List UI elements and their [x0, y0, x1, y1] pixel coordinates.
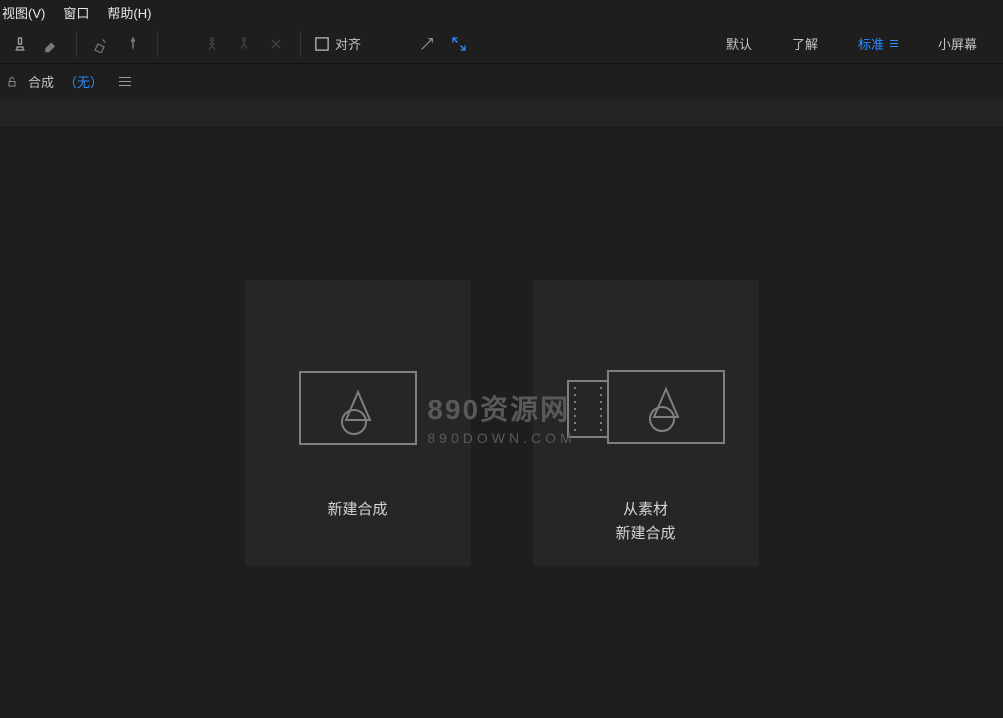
composition-viewer: 新建合成 890资源网 890DOWN.COM 从素材 新建合成 — [0, 128, 1003, 718]
puppet-overlap-icon[interactable] — [230, 30, 258, 58]
menu-window[interactable]: 窗口 — [63, 3, 89, 22]
lock-icon[interactable] — [6, 76, 18, 88]
divider — [157, 31, 158, 57]
new-composition-label: 新建合成 — [327, 498, 387, 522]
from-footage-line1: 从素材 — [615, 498, 675, 522]
new-composition-icon — [298, 358, 418, 458]
panel-menu-icon[interactable] — [119, 77, 131, 86]
divider — [300, 31, 301, 57]
puppet-pin-icon[interactable] — [198, 30, 226, 58]
snap-toggle[interactable]: 对齐 — [311, 34, 365, 53]
menu-view[interactable]: 视图(V) — [2, 3, 45, 22]
divider — [76, 31, 77, 57]
workspace-learn[interactable]: 了解 — [772, 24, 838, 64]
new-composition-from-footage-card[interactable]: 从素材 新建合成 — [533, 280, 759, 566]
menu-help[interactable]: 帮助(H) — [107, 3, 151, 22]
menu-bar: 视图(V) 窗口 帮助(H) — [0, 0, 1003, 24]
collapse-tool-icon[interactable] — [413, 30, 441, 58]
workspace-standard[interactable]: 标准 — [838, 24, 918, 64]
workspace-standard-label: 标准 — [858, 34, 884, 53]
from-footage-icon — [566, 358, 726, 458]
workspace-default[interactable]: 默认 — [706, 24, 772, 64]
composition-none: （无） — [64, 72, 103, 91]
tool-bar: 对齐 默认 了解 标准 小屏幕 — [0, 24, 1003, 64]
new-composition-card[interactable]: 新建合成 — [245, 280, 471, 566]
expand-tool-icon[interactable] — [445, 30, 473, 58]
brush-tool-icon[interactable] — [87, 30, 115, 58]
composition-panel-header: 合成 （无） — [0, 64, 1003, 100]
eraser-tool-icon[interactable] — [38, 30, 66, 58]
workspace-small[interactable]: 小屏幕 — [918, 24, 997, 64]
stamp-tool-icon[interactable] — [6, 30, 34, 58]
from-footage-line2: 新建合成 — [615, 522, 675, 546]
puppet-starch-icon[interactable] — [262, 30, 290, 58]
pin-tool-icon[interactable] — [119, 30, 147, 58]
from-footage-label: 从素材 新建合成 — [615, 498, 675, 546]
hamburger-icon — [890, 40, 898, 47]
snap-label: 对齐 — [335, 34, 361, 53]
workspace-tabs: 默认 了解 标准 小屏幕 — [706, 24, 997, 64]
panel-strip — [0, 100, 1003, 128]
composition-label: 合成 — [28, 72, 54, 91]
